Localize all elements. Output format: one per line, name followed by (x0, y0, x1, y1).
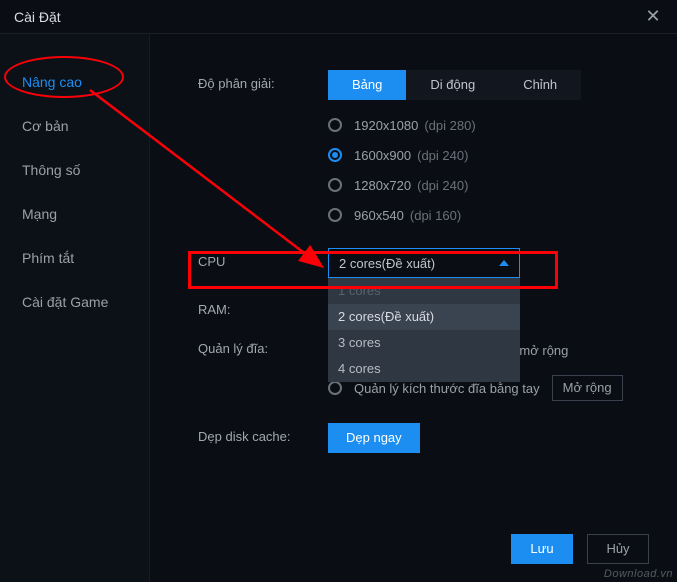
radio-icon (328, 208, 342, 222)
cpu-label: CPU (198, 248, 328, 269)
tab-tablet[interactable]: Bảng (328, 70, 406, 100)
sidebar-item-game[interactable]: Cài đặt Game (0, 280, 149, 324)
res-dpi: (dpi 240) (417, 178, 468, 193)
cpu-dropdown[interactable]: 2 cores(Đề xuất) 1 cores 2 cores(Đề xuất… (328, 248, 520, 278)
ram-label: RAM: (198, 296, 328, 317)
res-value: 1600x900 (354, 148, 411, 163)
res-option-900[interactable]: 1600x900 (dpi 240) (328, 140, 581, 170)
chevron-up-icon (499, 260, 509, 266)
disk-label: Quản lý đĩa: (198, 335, 328, 356)
clear-cache-button[interactable]: Dẹp ngay (328, 423, 420, 453)
sidebar-item-network[interactable]: Mạng (0, 192, 149, 236)
sidebar-item-advanced[interactable]: Nâng cao (0, 60, 149, 104)
cpu-dropdown-menu: 1 cores 2 cores(Đề xuất) 3 cores 4 cores (328, 278, 520, 382)
sidebar-item-info[interactable]: Thông số (0, 148, 149, 192)
resolution-tabs: Bảng Di động Chỉnh (328, 70, 581, 100)
resolution-label: Độ phân giải: (198, 70, 328, 91)
res-dpi: (dpi 280) (424, 118, 475, 133)
radio-icon (328, 118, 342, 132)
watermark: Download.vn (604, 568, 673, 580)
res-dpi: (dpi 160) (410, 208, 461, 223)
sidebar: Nâng cao Cơ bản Thông số Mạng Phím tắt C… (0, 34, 150, 582)
radio-icon (328, 148, 342, 162)
cache-label: Dẹp disk cache: (198, 423, 328, 444)
window-title: Cài Đặt (14, 9, 61, 25)
res-value: 1920x1080 (354, 118, 418, 133)
res-option-720[interactable]: 1280x720 (dpi 240) (328, 170, 581, 200)
cpu-option-1[interactable]: 1 cores (328, 278, 520, 304)
tab-mobile[interactable]: Di động (406, 70, 499, 100)
cancel-button[interactable]: Hủy (587, 534, 649, 564)
res-dpi: (dpi 240) (417, 148, 468, 163)
footer: Lưu Hủy (511, 534, 649, 564)
radio-icon (328, 381, 342, 395)
cpu-selected: 2 cores(Đề xuất) (339, 256, 435, 271)
res-option-540[interactable]: 960x540 (dpi 160) (328, 200, 581, 230)
expand-button[interactable]: Mở rộng (552, 375, 623, 401)
content-panel: Độ phân giải: Bảng Di động Chỉnh 1920x10… (150, 34, 677, 582)
sidebar-item-shortcut[interactable]: Phím tắt (0, 236, 149, 280)
res-option-1080[interactable]: 1920x1080 (dpi 280) (328, 110, 581, 140)
res-value: 1280x720 (354, 178, 411, 193)
cpu-option-2[interactable]: 2 cores(Đề xuất) (328, 304, 520, 330)
disk-manual-label: Quản lý kích thước đĩa bằng tay (354, 381, 540, 396)
cpu-option-4[interactable]: 4 cores (328, 356, 520, 382)
tab-custom[interactable]: Chỉnh (499, 70, 581, 100)
save-button[interactable]: Lưu (511, 534, 573, 564)
res-value: 960x540 (354, 208, 404, 223)
titlebar: Cài Đặt ✕ (0, 0, 677, 34)
close-icon[interactable]: ✕ (643, 6, 663, 27)
sidebar-item-basic[interactable]: Cơ bản (0, 104, 149, 148)
cpu-option-3[interactable]: 3 cores (328, 330, 520, 356)
radio-icon (328, 178, 342, 192)
